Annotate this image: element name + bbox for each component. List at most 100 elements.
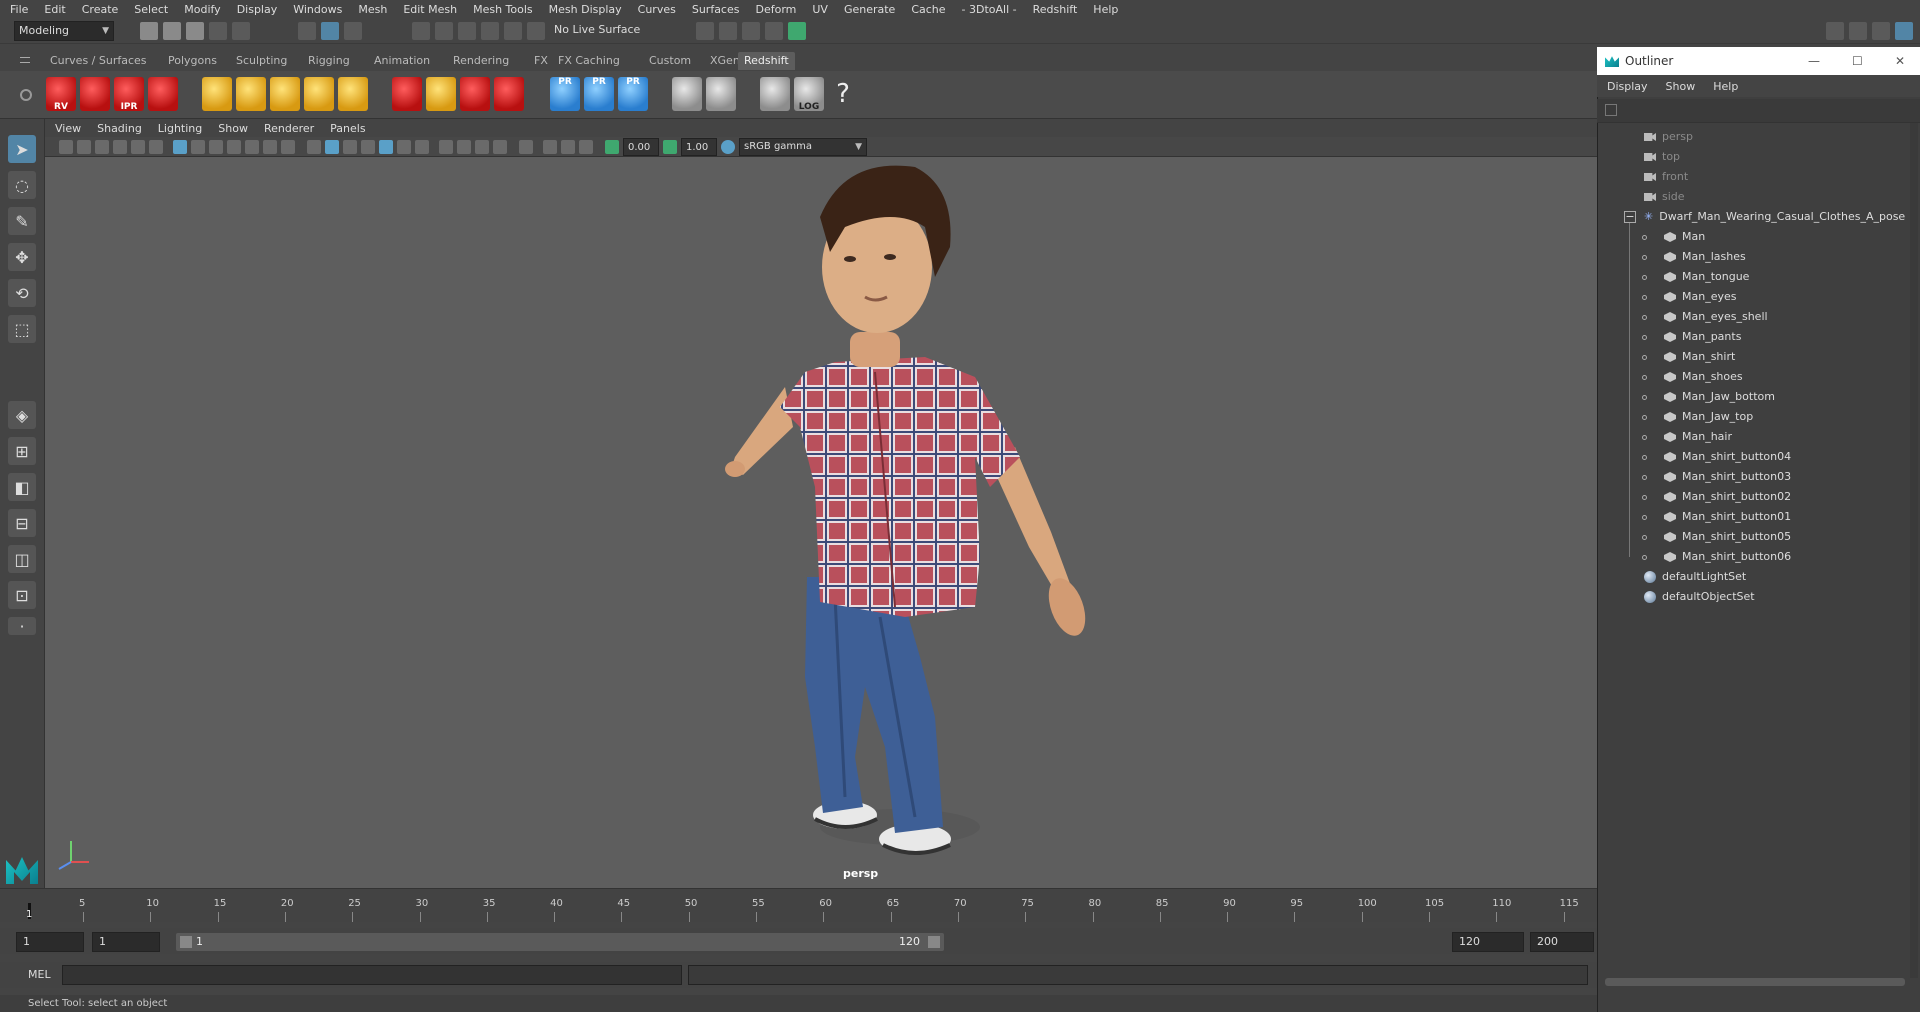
log-icon[interactable]: LOG [794, 77, 824, 112]
lasso-tool-icon[interactable]: ◌ [8, 171, 36, 199]
attribute-editor-icon[interactable] [1849, 22, 1867, 40]
command-input[interactable] [62, 965, 682, 985]
range-slider[interactable]: 1 120 [176, 933, 944, 951]
move-tool-icon[interactable]: ✥ [8, 243, 36, 271]
outliner-item[interactable]: Man_Jaw_bottom [1600, 387, 1910, 407]
pr-export-icon[interactable]: PR [550, 77, 580, 111]
menu-item[interactable]: Cache [911, 3, 945, 16]
shelf-tab[interactable]: FX [528, 52, 554, 70]
menu-item[interactable]: Windows [293, 3, 342, 16]
menu-item[interactable]: Curves [638, 3, 676, 16]
menu-item[interactable]: Redshift [1033, 3, 1078, 16]
hypershade-icon[interactable] [788, 22, 806, 40]
isolate-select-icon[interactable] [519, 140, 533, 154]
save-scene-icon[interactable] [186, 22, 204, 40]
filter-icon[interactable] [1605, 104, 1617, 116]
outliner-item[interactable]: Man_shirt_button05 [1600, 527, 1910, 547]
shadows-icon[interactable] [415, 140, 429, 154]
single-perspective-layout-icon[interactable]: ◈ [8, 401, 36, 429]
shelf-tab[interactable]: Curves / Surfaces [44, 52, 153, 70]
xray-joints-icon[interactable] [579, 140, 593, 154]
motion-blur-icon[interactable] [457, 140, 471, 154]
pr-swap-icon[interactable]: PR [618, 77, 648, 111]
menu-item[interactable]: Display [237, 3, 278, 16]
tool-settings-icon[interactable] [1872, 22, 1890, 40]
gamma-toggle-icon[interactable] [663, 140, 677, 154]
outliner-item[interactable]: Man_pants [1600, 327, 1910, 347]
anti-aliasing-icon[interactable] [475, 140, 489, 154]
bookmarks-icon[interactable] [95, 140, 109, 154]
shelf-tab[interactable]: FX Caching [552, 52, 626, 70]
viewport-menu-item[interactable]: Lighting [158, 122, 202, 135]
exposure-toggle-icon[interactable] [605, 140, 619, 154]
outliner-vertical-scrollbar[interactable] [1910, 123, 1918, 978]
2d-pan-zoom-icon[interactable] [131, 140, 145, 154]
range-start-handle[interactable] [180, 936, 192, 948]
menu-item[interactable]: UV [812, 3, 828, 16]
ambient-occlusion-icon[interactable] [439, 140, 453, 154]
animation-end-field[interactable]: 200 [1530, 932, 1594, 952]
snap-grid-icon[interactable] [412, 22, 430, 40]
pr-import-icon[interactable]: PR [584, 77, 614, 111]
outliner-group-item[interactable]: − ✳ Dwarf_Man_Wearing_Casual_Clothes_A_pos… [1600, 207, 1910, 227]
render-view-icon[interactable] [696, 22, 714, 40]
menu-item[interactable]: Mesh Display [549, 3, 622, 16]
select-camera-icon[interactable] [59, 140, 73, 154]
shelf-tab[interactable]: Sculpting [230, 52, 293, 70]
outliner-item[interactable]: Man_hair [1600, 427, 1910, 447]
render-settings-icon[interactable] [765, 22, 783, 40]
playback-end-field[interactable]: 120 [1452, 932, 1524, 952]
outliner-item[interactable]: Man_shirt_button02 [1600, 487, 1910, 507]
menu-item[interactable]: Help [1093, 3, 1118, 16]
outliner-item[interactable]: persp [1600, 127, 1910, 147]
shelf-tab[interactable]: Redshift [738, 52, 795, 70]
open-scene-icon[interactable] [163, 22, 181, 40]
view-transform-dropdown[interactable]: sRGB gamma ▼ [739, 138, 867, 156]
undo-icon[interactable] [209, 22, 227, 40]
outliner-item[interactable]: Man_tongue [1600, 267, 1910, 287]
maximize-icon[interactable]: ☐ [1852, 47, 1863, 75]
camera-attributes-icon[interactable] [77, 140, 91, 154]
select-by-component-icon[interactable] [344, 22, 362, 40]
select-by-object-icon[interactable] [321, 22, 339, 40]
outliner-menu-item[interactable]: Help [1713, 80, 1738, 93]
use-default-material-icon[interactable] [343, 140, 357, 154]
outliner-item[interactable]: Man_shirt_button01 [1600, 507, 1910, 527]
depth-of-field-icon[interactable] [493, 140, 507, 154]
layout-more-icon[interactable]: · [8, 617, 36, 636]
viewport-scene[interactable] [45, 157, 1597, 888]
outliner-horizontal-scrollbar[interactable] [1605, 978, 1905, 986]
redshift-light-dome-icon[interactable] [304, 77, 334, 111]
menu-item[interactable]: Surfaces [692, 3, 740, 16]
shelf-menu-icon[interactable] [20, 57, 30, 63]
outliner-item[interactable]: Man_shirt_button04 [1600, 447, 1910, 467]
color-management-icon[interactable] [721, 140, 735, 154]
viewport-menu-item[interactable]: Panels [330, 122, 365, 135]
new-scene-icon[interactable] [140, 22, 158, 40]
render-current-frame-icon[interactable] [719, 22, 737, 40]
outliner-item[interactable]: defaultLightSet [1600, 567, 1910, 587]
textured-icon[interactable] [379, 140, 393, 154]
menu-set-dropdown[interactable]: Modeling ▼ [14, 21, 114, 41]
redshift-ipr-icon[interactable]: IPR [114, 77, 144, 112]
snap-together-icon[interactable] [527, 22, 545, 40]
menu-item[interactable]: Edit Mesh [403, 3, 457, 16]
safe-action-icon[interactable] [263, 140, 277, 154]
minimize-icon[interactable]: — [1808, 47, 1820, 75]
bake-icon[interactable] [672, 77, 702, 111]
menu-item[interactable]: Create [82, 3, 119, 16]
outliner-item[interactable]: Man_lashes [1600, 247, 1910, 267]
redshift-render-icon[interactable] [80, 77, 110, 111]
shelf-tab[interactable]: Polygons [162, 52, 223, 70]
redshift-light-ies-icon[interactable] [270, 77, 300, 111]
menu-item[interactable]: Modify [184, 3, 220, 16]
grid-icon[interactable] [173, 140, 187, 154]
shelf-tab[interactable]: Custom [643, 52, 697, 70]
redshift-proxy-icon[interactable] [392, 77, 422, 111]
ipr-render-icon[interactable] [742, 22, 760, 40]
safe-title-icon[interactable] [281, 140, 295, 154]
outliner-item[interactable]: Man [1600, 227, 1910, 247]
outliner-item[interactable]: front [1600, 167, 1910, 187]
outliner-item[interactable]: Man_eyes_shell [1600, 307, 1910, 327]
image-plane-icon[interactable] [113, 140, 127, 154]
